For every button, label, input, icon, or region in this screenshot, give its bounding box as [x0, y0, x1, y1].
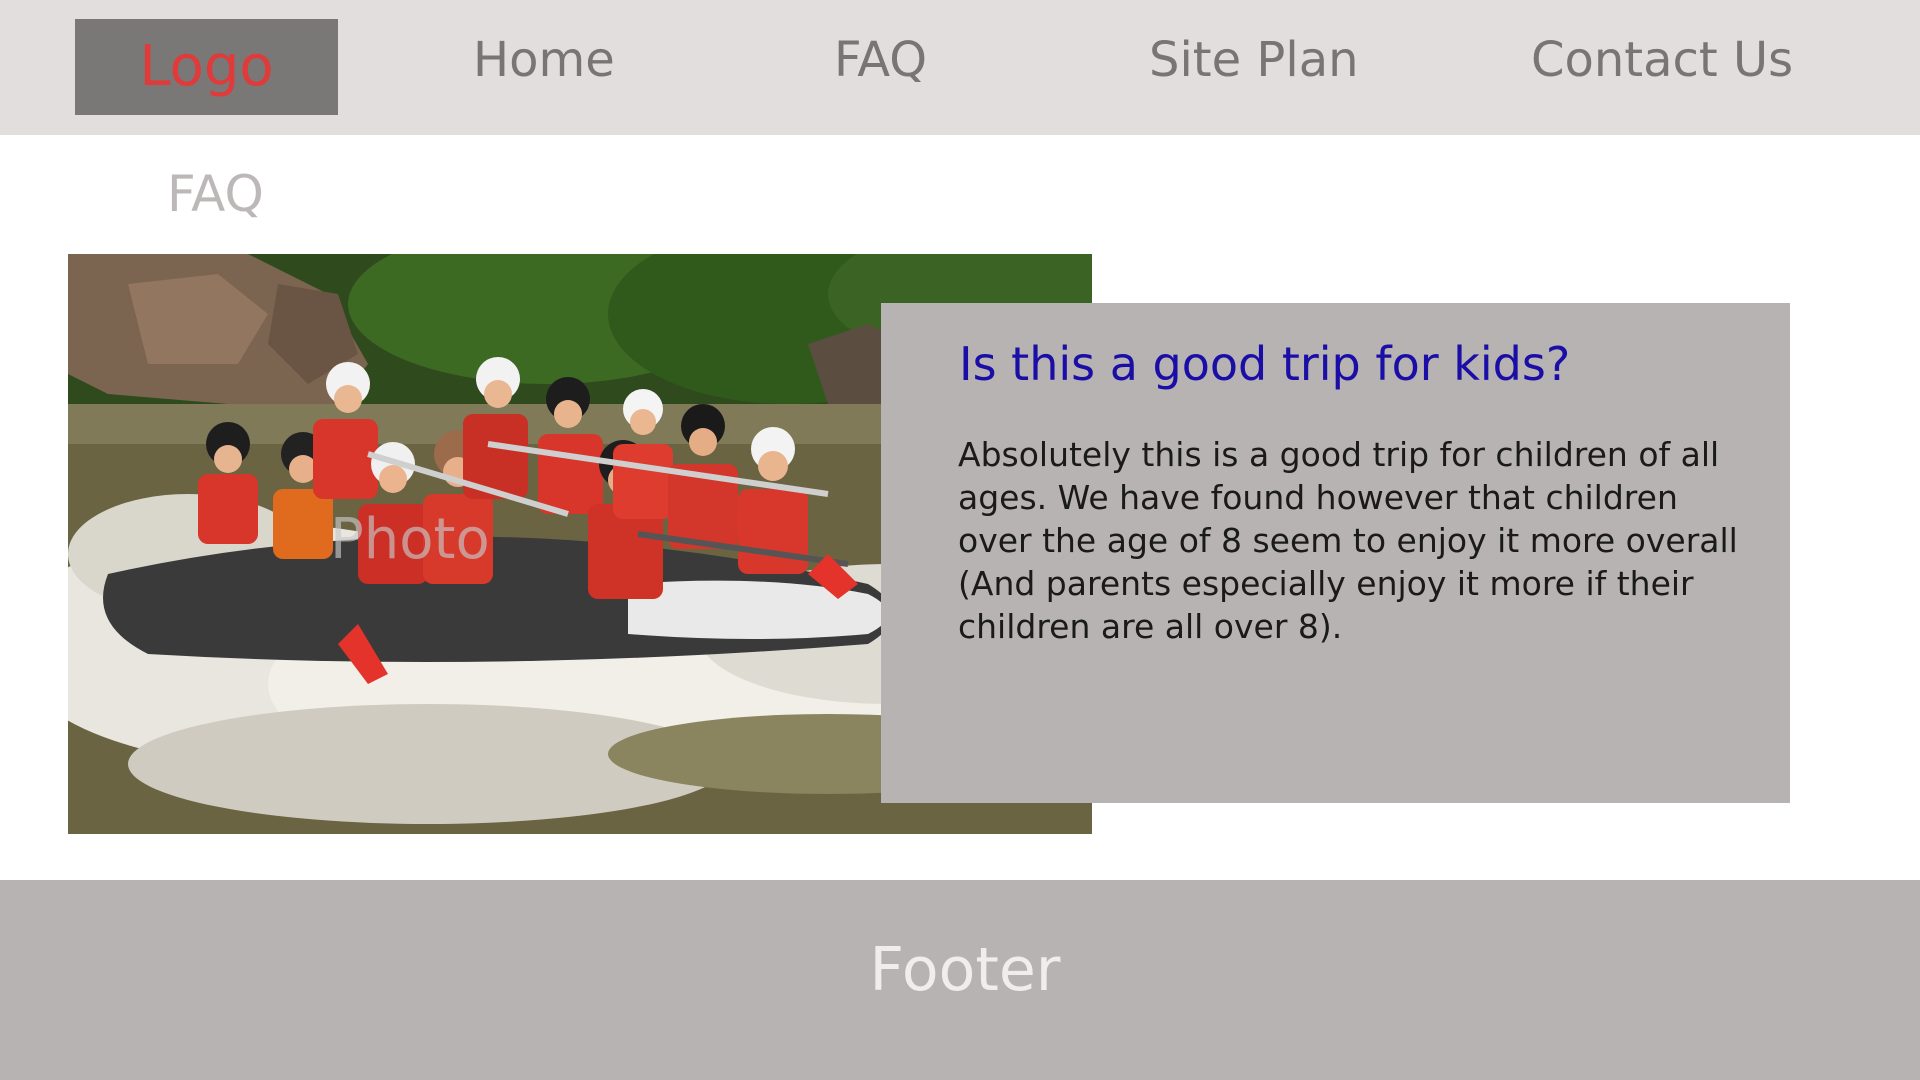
nav-contact-link[interactable]: Contact Us: [1531, 30, 1793, 90]
faq-answer: Absolutely this is a good trip for child…: [958, 435, 1738, 646]
nav-faq-link[interactable]: FAQ: [834, 30, 927, 90]
footer-label: Footer: [869, 935, 1061, 1005]
nav-site-plan-link[interactable]: Site Plan: [1149, 30, 1359, 90]
page-title: FAQ: [167, 165, 264, 223]
nav-home-link[interactable]: Home: [473, 30, 615, 90]
faq-card: Is this a good trip for kids? Absolutely…: [881, 303, 1790, 803]
photo-placeholder-label: Photo: [330, 507, 490, 572]
site-footer: Footer: [0, 880, 1920, 1080]
site-header: Logo Home FAQ Site Plan Contact Us: [0, 0, 1920, 135]
logo-link[interactable]: Logo: [75, 19, 338, 115]
faq-question: Is this a good trip for kids?: [959, 337, 1571, 391]
